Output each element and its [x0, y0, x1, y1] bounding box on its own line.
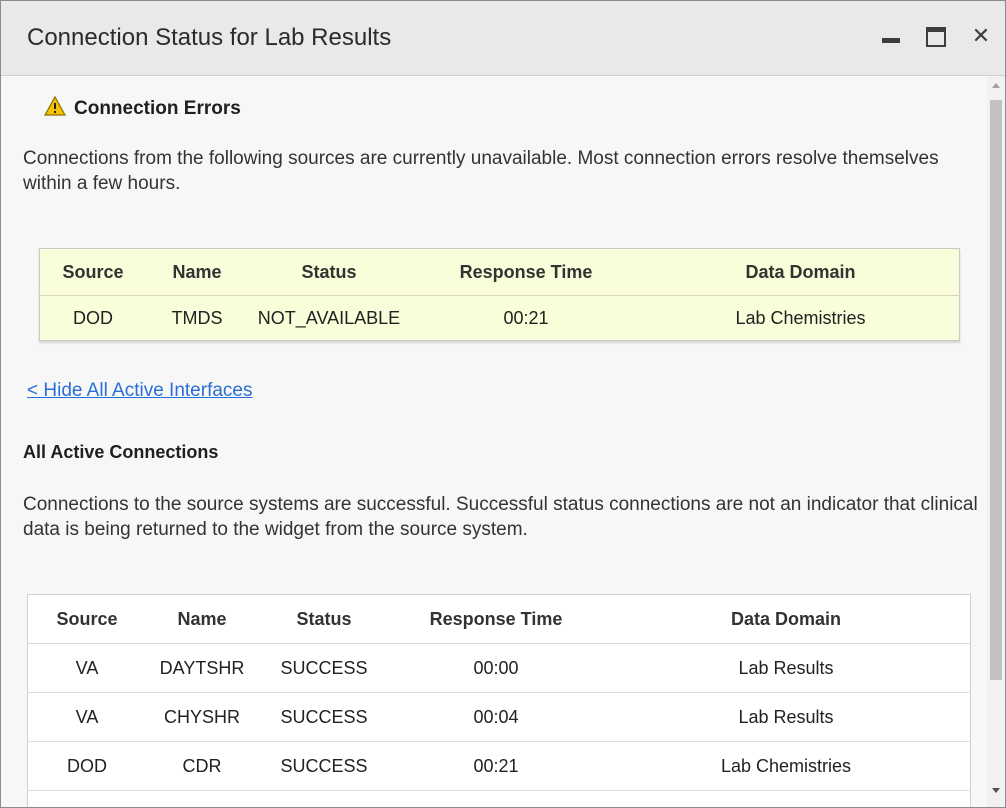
- vertical-scrollbar[interactable]: [987, 76, 1005, 807]
- column-header-response-time: Response Time: [390, 594, 602, 644]
- column-header-name: Name: [146, 248, 248, 296]
- dialog-content: Connection Errors Connections from the f…: [1, 76, 987, 807]
- cell-status: SUCCESS: [258, 790, 390, 807]
- column-header-data-domain: Data Domain: [642, 248, 960, 296]
- cell-source: DOD: [27, 741, 146, 791]
- table-header-row: Source Name Status Response Time Data Do…: [27, 594, 971, 644]
- scroll-down-arrow-icon[interactable]: [992, 788, 1000, 793]
- cell-source: VA: [27, 692, 146, 742]
- cell-status: SUCCESS: [258, 643, 390, 693]
- table-row: DOD CDR SUCCESS 00:21 Lab Chemistries: [27, 741, 971, 791]
- table-header-row: Source Name Status Response Time Data Do…: [39, 248, 960, 296]
- cell-data-domain: Lab Chemistries: [602, 741, 971, 791]
- cell-status: SUCCESS: [258, 692, 390, 742]
- cell-name: TMDS: [171, 307, 223, 328]
- cell-name: CDR: [146, 741, 258, 791]
- cell-data-domain: Lab Results: [602, 643, 971, 693]
- table-row: FEHR FEHR SUCCESS 00:21 Lab Chemistries: [27, 790, 971, 807]
- table-row: DOD TMDS NOT_AVAILABLE 00:21 Lab Chemist…: [40, 296, 960, 341]
- minimize-icon[interactable]: [874, 19, 908, 53]
- maximize-icon[interactable]: [919, 19, 953, 53]
- cell-name: FEHR: [146, 790, 258, 807]
- connection-errors-label: Connection Errors: [74, 98, 241, 119]
- cell-source: FEHR: [27, 790, 146, 807]
- column-header-name: Name: [146, 594, 258, 644]
- cell-name: CHYSHR: [146, 692, 258, 742]
- cell-source: VA: [27, 643, 146, 693]
- column-header-source: Source: [39, 248, 146, 296]
- connection-errors-table: Source Name Status Response Time Data Do…: [39, 248, 960, 341]
- active-connections-table: Source Name Status Response Time Data Do…: [27, 594, 971, 807]
- connection-status-dialog: Connection Status for Lab Results ✕ Conn…: [0, 0, 1006, 808]
- column-header-source: Source: [27, 594, 146, 644]
- cell-response-time: 00:21: [390, 741, 602, 791]
- cell-name: DAYTSHR: [146, 643, 258, 693]
- column-header-status: Status: [258, 594, 390, 644]
- column-header-response-time: Response Time: [410, 248, 642, 296]
- scroll-up-arrow-icon[interactable]: [992, 83, 1000, 88]
- hide-active-interfaces-link[interactable]: < Hide All Active Interfaces: [27, 380, 252, 402]
- connection-errors-description: Connections from the following sources a…: [23, 148, 939, 194]
- title-bar[interactable]: Connection Status for Lab Results ✕: [1, 1, 1005, 76]
- cell-data-domain: Lab Chemistries: [602, 790, 971, 807]
- cell-response-time: 00:00: [390, 643, 602, 693]
- cell-response-time: 00:21: [503, 307, 549, 328]
- cell-response-time: 00:04: [390, 692, 602, 742]
- table-row: VA DAYTSHR SUCCESS 00:00 Lab Results: [27, 643, 971, 693]
- close-icon[interactable]: ✕: [964, 19, 998, 53]
- warning-triangle-icon: [44, 96, 66, 116]
- scrollbar-thumb[interactable]: [990, 100, 1002, 680]
- cell-status: SUCCESS: [258, 741, 390, 791]
- cell-status: NOT_AVAILABLE: [257, 307, 401, 328]
- column-header-data-domain: Data Domain: [602, 594, 971, 644]
- column-header-status: Status: [248, 248, 410, 296]
- table-row: VA CHYSHR SUCCESS 00:04 Lab Results: [27, 692, 971, 742]
- dialog-title: Connection Status for Lab Results: [27, 24, 392, 51]
- active-connections-description: Connections to the source systems are su…: [23, 494, 978, 540]
- active-connections-heading: All Active Connections: [23, 442, 219, 462]
- cell-data-domain: Lab Results: [602, 692, 971, 742]
- cell-source: DOD: [73, 307, 113, 328]
- connection-errors-heading: Connection Errors: [44, 96, 241, 120]
- cell-data-domain: Lab Chemistries: [735, 307, 866, 328]
- cell-response-time: 00:21: [390, 790, 602, 807]
